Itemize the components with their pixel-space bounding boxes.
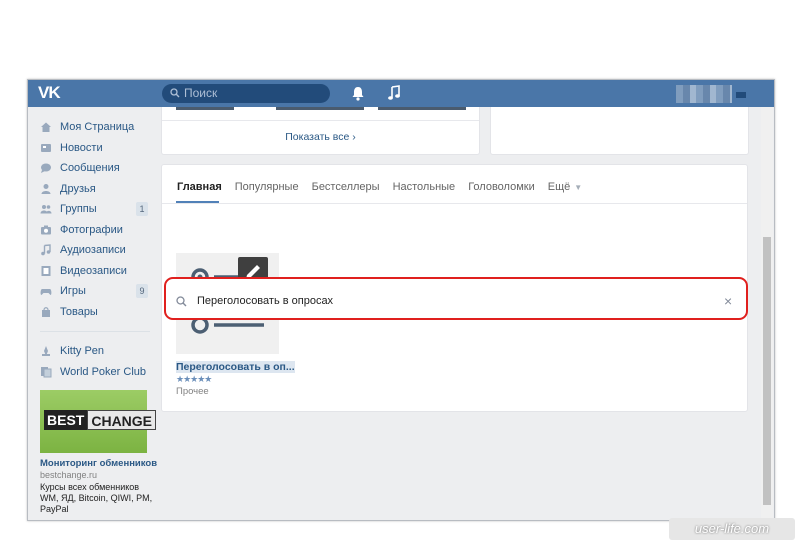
user-avatar[interactable] bbox=[676, 85, 732, 103]
groups-icon bbox=[40, 205, 52, 214]
bell-icon[interactable] bbox=[351, 86, 365, 101]
app-title-link[interactable]: Переголосовать в оп... bbox=[176, 361, 295, 373]
thumbnail-edge bbox=[378, 107, 466, 110]
gamepad-icon bbox=[40, 289, 52, 296]
sidebar-item-label: World Poker Club bbox=[60, 365, 146, 378]
vertical-scrollbar[interactable] bbox=[761, 107, 773, 520]
sidebar-item-label: Видеозаписи bbox=[60, 264, 127, 277]
music-icon[interactable] bbox=[387, 85, 401, 101]
news-icon bbox=[41, 143, 51, 152]
catalog-tabs: Главная Популярные Бестселлеры Настольны… bbox=[177, 181, 595, 193]
sidebar-item-label: Новости bbox=[60, 141, 103, 154]
sidebar-item-messages[interactable]: Сообщения bbox=[28, 158, 158, 179]
sidebar-item-friends[interactable]: Друзья bbox=[28, 179, 158, 200]
close-icon[interactable]: × bbox=[724, 293, 732, 309]
search-placeholder: Поиск bbox=[184, 86, 218, 100]
search-icon bbox=[176, 296, 187, 307]
poker-icon bbox=[41, 366, 52, 378]
sidebar-item-label: Аудиозаписи bbox=[60, 244, 126, 257]
browser-window: VK Поиск Моя Страница Новости Сообщения … bbox=[27, 79, 775, 521]
friends-icon bbox=[41, 183, 51, 194]
camera-icon bbox=[41, 225, 51, 235]
show-all-link[interactable]: Показать все › bbox=[162, 131, 479, 143]
music-icon bbox=[41, 244, 51, 256]
top-header: VK Поиск bbox=[28, 80, 774, 107]
tab-puzzles[interactable]: Головоломки bbox=[468, 181, 535, 193]
groups-count-badge: 1 bbox=[136, 202, 148, 216]
sidebar-item-label: Игры bbox=[60, 285, 86, 298]
messages-icon bbox=[41, 163, 51, 174]
sidebar-item-games[interactable]: Игры 9 bbox=[28, 281, 158, 302]
global-search-input[interactable]: Поиск bbox=[162, 84, 330, 103]
app-search-input[interactable]: Переголосовать в опросах × bbox=[176, 289, 740, 315]
chevron-down-icon: ▼ bbox=[574, 183, 583, 192]
sidebar-item-video[interactable]: Видеозаписи bbox=[28, 261, 158, 282]
sidebar-item-label: Моя Страница bbox=[60, 121, 135, 134]
left-sidebar: Моя Страница Новости Сообщения Друзья Гр… bbox=[28, 107, 158, 382]
tab-more-label: Ещё bbox=[547, 181, 571, 193]
tab-popular[interactable]: Популярные bbox=[235, 181, 299, 193]
thumbnail-edge bbox=[176, 107, 234, 110]
tab-bestsellers[interactable]: Бестселлеры bbox=[312, 181, 380, 193]
sidebar-divider bbox=[40, 331, 150, 332]
sidebar-item-groups[interactable]: Группы 1 bbox=[28, 199, 158, 220]
sidebar-item-label: Фотографии bbox=[60, 223, 123, 236]
watermark: user-life.com bbox=[669, 518, 795, 540]
card-divider bbox=[162, 120, 479, 121]
sidebar-item-audio[interactable]: Аудиозаписи bbox=[28, 240, 158, 261]
ad-logo-right: CHANGE bbox=[87, 410, 157, 430]
tab-board-games[interactable]: Настольные bbox=[393, 181, 456, 193]
ad-domain: bestchange.ru bbox=[40, 470, 98, 480]
home-icon bbox=[41, 122, 51, 133]
tab-more[interactable]: Ещё ▼ bbox=[548, 181, 582, 193]
sidebar-item-label: Товары bbox=[60, 305, 98, 318]
scrollbar-thumb[interactable] bbox=[763, 237, 771, 505]
top-games-card: Показать все › bbox=[161, 107, 480, 155]
ad-title-link[interactable]: Мониторинг обменников bbox=[40, 458, 157, 469]
sidebar-app-kitty-pen[interactable]: Kitty Pen bbox=[28, 341, 158, 362]
sidebar-item-photos[interactable]: Фотографии bbox=[28, 220, 158, 241]
video-icon bbox=[41, 265, 51, 276]
sidebar-item-goods[interactable]: Товары bbox=[28, 302, 158, 323]
bag-icon bbox=[42, 306, 50, 317]
tab-main[interactable]: Главная bbox=[177, 181, 222, 193]
search-value: Переголосовать в опросах bbox=[197, 295, 334, 307]
sidebar-item-label: Друзья bbox=[60, 182, 96, 195]
sidebar-item-label: Kitty Pen bbox=[60, 345, 105, 358]
sidebar-item-news[interactable]: Новости bbox=[28, 138, 158, 159]
right-side-card bbox=[490, 107, 749, 155]
thumbnail-edge bbox=[276, 107, 364, 110]
app-rating-stars: ★★★★★ bbox=[176, 374, 212, 384]
chevron-down-icon[interactable] bbox=[736, 92, 746, 98]
kitty-pen-icon bbox=[42, 346, 50, 357]
ad-logo-left: BEST bbox=[44, 410, 88, 430]
games-count-badge: 9 bbox=[136, 284, 148, 298]
ad-banner-image[interactable]: BEST CHANGE bbox=[40, 390, 157, 453]
tabs-divider bbox=[162, 203, 747, 204]
sidebar-item-my-page[interactable]: Моя Страница bbox=[28, 117, 158, 138]
search-icon bbox=[170, 88, 180, 98]
sidebar-app-world-poker-club[interactable]: World Poker Club bbox=[28, 362, 158, 383]
vk-logo[interactable]: VK bbox=[38, 84, 68, 102]
bestchange-logo: BEST CHANGE bbox=[44, 410, 157, 430]
sidebar-item-label: Сообщения bbox=[60, 162, 120, 175]
app-category: Прочее bbox=[176, 386, 209, 397]
sidebar-item-label: Группы bbox=[60, 203, 97, 216]
ad-description: Курсы всех обменников WM, ЯД, Bitcoin, Q… bbox=[40, 482, 153, 514]
